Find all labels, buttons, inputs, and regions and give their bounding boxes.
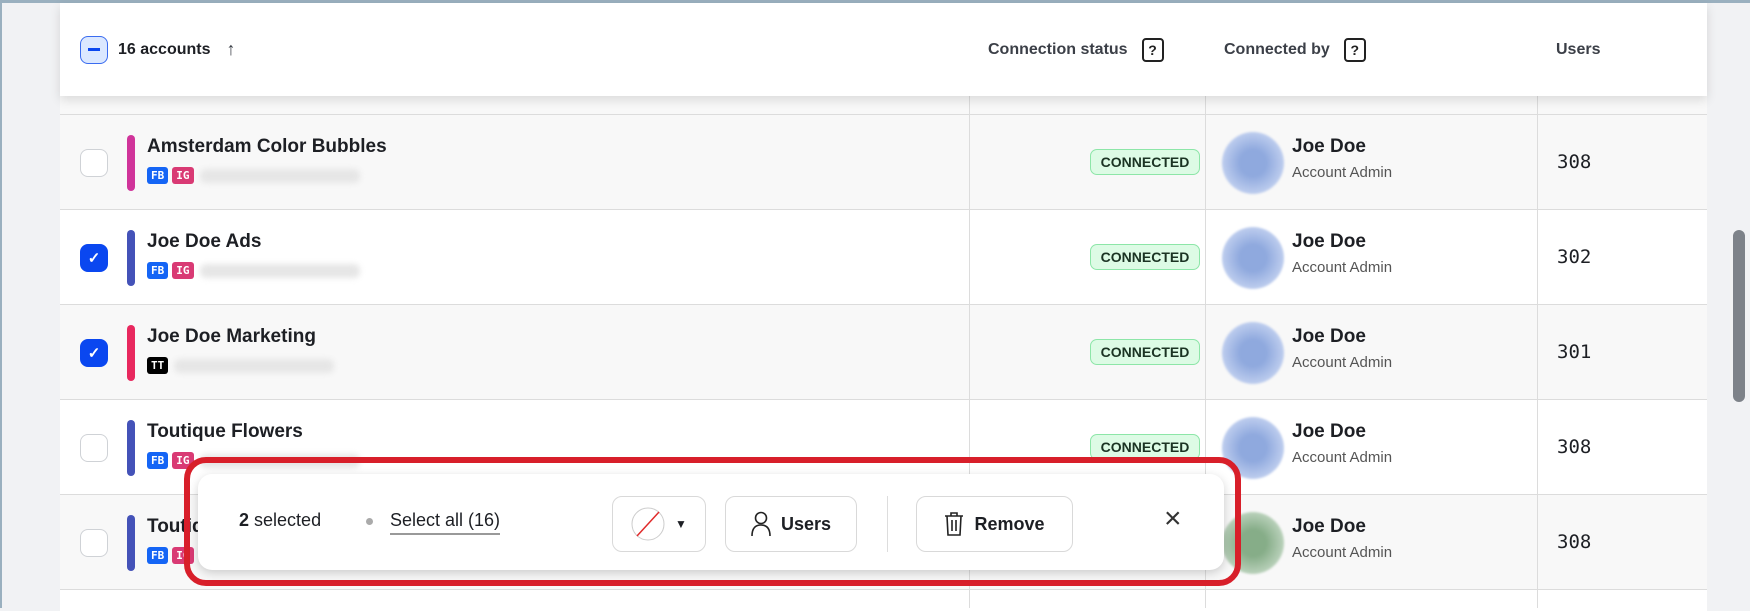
color-dropdown-button[interactable]: ▼ bbox=[612, 496, 706, 552]
selected-count: 2 selected bbox=[239, 510, 322, 530]
platform-tag: FB bbox=[147, 547, 169, 564]
platform-tag: FB bbox=[147, 452, 169, 469]
column-label: Connection status bbox=[988, 40, 1128, 58]
platform-tag: IG bbox=[172, 262, 194, 279]
caret-down-icon: ▼ bbox=[675, 517, 687, 531]
platform-tags: FB IG bbox=[147, 262, 360, 279]
row-checkbox[interactable] bbox=[80, 434, 108, 462]
account-name[interactable]: Amsterdam Color Bubbles bbox=[147, 136, 387, 158]
connected-by-role: Account Admin bbox=[1292, 449, 1393, 466]
account-color-bar bbox=[127, 515, 135, 571]
connected-by-role: Account Admin bbox=[1292, 164, 1393, 181]
account-color-bar bbox=[127, 135, 135, 191]
users-count: 301 bbox=[1557, 341, 1592, 363]
table-row[interactable]: Amsterdam Color Bubbles FB IG CONNECTED J… bbox=[60, 115, 1707, 210]
connected-by-name: Joe Doe bbox=[1292, 516, 1366, 537]
redacted-id bbox=[174, 358, 335, 373]
platform-tag: IG bbox=[172, 167, 194, 184]
redacted-id bbox=[199, 168, 360, 183]
users-count: 308 bbox=[1557, 151, 1592, 173]
accounts-count: 16 accounts bbox=[118, 40, 211, 58]
avatar bbox=[1222, 322, 1284, 384]
check-icon: ✓ bbox=[87, 250, 101, 267]
connected-by-name: Joe Doe bbox=[1292, 421, 1366, 442]
column-label: Connected by bbox=[1224, 40, 1330, 58]
select-all-link[interactable]: Select all (16) bbox=[390, 510, 501, 535]
platform-tag: FB bbox=[147, 262, 169, 279]
account-color-bar bbox=[127, 230, 135, 286]
account-color-bar bbox=[127, 420, 135, 476]
account-name[interactable]: Toutique Flowers bbox=[147, 421, 303, 443]
table-row[interactable]: ✓ Joe Doe Ads FB IG CONNECTED Joe Doe Acc… bbox=[60, 210, 1707, 305]
check-icon: ✓ bbox=[87, 345, 101, 362]
connected-by-role: Account Admin bbox=[1292, 259, 1393, 276]
remove-button[interactable]: Remove bbox=[916, 496, 1073, 552]
bulk-action-bar: 2 selected Select all (16) ▼ Users Remov… bbox=[198, 474, 1224, 570]
separator-dot bbox=[366, 518, 373, 525]
avatar bbox=[1222, 132, 1284, 194]
platform-tag: TT bbox=[147, 357, 169, 374]
users-count: 308 bbox=[1557, 436, 1592, 458]
users-label: Users bbox=[780, 513, 832, 534]
account-name[interactable]: Joe Doe Ads bbox=[147, 231, 261, 253]
column-connected-by[interactable]: Connected by? bbox=[1224, 3, 1366, 96]
close-icon[interactable]: × bbox=[1164, 502, 1182, 536]
help-icon[interactable]: ? bbox=[1141, 37, 1164, 62]
users-count: 302 bbox=[1557, 246, 1592, 268]
trash-icon bbox=[945, 512, 964, 536]
help-icon[interactable]: ? bbox=[1343, 37, 1366, 62]
users-button[interactable]: Users bbox=[725, 496, 857, 552]
platform-tags: FB IG bbox=[147, 167, 360, 184]
column-users[interactable]: Users bbox=[1556, 3, 1600, 96]
select-all-checkbox[interactable] bbox=[80, 35, 108, 64]
row-checkbox[interactable] bbox=[80, 149, 108, 177]
remove-label: Remove bbox=[974, 513, 1045, 534]
redacted-id bbox=[199, 263, 360, 278]
row-checkbox[interactable]: ✓ bbox=[80, 339, 108, 367]
connected-by-name: Joe Doe bbox=[1292, 326, 1366, 347]
table-row[interactable]: ✓ Joe Doe Marketing TT CONNECTED Joe Doe… bbox=[60, 305, 1707, 400]
avatar bbox=[1222, 227, 1284, 289]
connected-by-role: Account Admin bbox=[1292, 354, 1393, 371]
platform-tags: TT bbox=[147, 357, 335, 374]
header-spacer bbox=[60, 96, 1707, 115]
divider bbox=[887, 496, 888, 552]
sort-arrow-up-icon[interactable]: ↑ bbox=[226, 39, 235, 60]
connected-by-role: Account Admin bbox=[1292, 544, 1393, 561]
user-icon bbox=[751, 511, 771, 537]
connected-by-name: Joe Doe bbox=[1292, 136, 1366, 157]
scrollbar-thumb[interactable] bbox=[1733, 230, 1745, 402]
table-header: 16 accounts ↑ Connection status? Connect… bbox=[60, 3, 1707, 96]
platform-tag: FB bbox=[147, 167, 169, 184]
row-checkbox[interactable]: ✓ bbox=[80, 244, 108, 272]
account-color-bar bbox=[127, 325, 135, 381]
connected-by-name: Joe Doe bbox=[1292, 231, 1366, 252]
column-connection-status[interactable]: Connection status? bbox=[988, 3, 1164, 96]
account-name[interactable]: Joe Doe Marketing bbox=[147, 326, 316, 348]
no-color-icon bbox=[631, 507, 665, 541]
users-count: 308 bbox=[1557, 531, 1592, 553]
row-checkbox[interactable] bbox=[80, 529, 108, 557]
column-label: Users bbox=[1556, 40, 1601, 58]
